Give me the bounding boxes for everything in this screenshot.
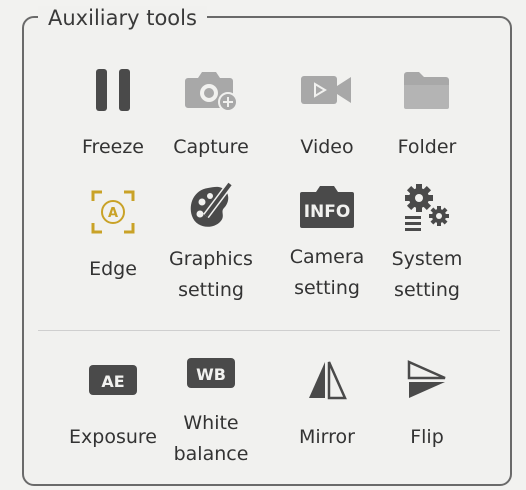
system-setting-button[interactable]: System setting <box>372 182 482 302</box>
edge-focus-icon: A <box>83 182 143 242</box>
edge-button[interactable]: A Edge <box>58 182 168 302</box>
graphics-setting-button[interactable]: Graphics setting <box>156 182 266 302</box>
folder-icon <box>397 60 457 120</box>
wb-icon-text: WB <box>196 365 226 384</box>
edge-label: Edge <box>89 258 137 280</box>
panel-title: Auxiliary tools <box>38 6 207 30</box>
palette-icon <box>181 182 241 232</box>
flip-button[interactable]: Flip <box>372 350 482 470</box>
mirror-icon <box>297 350 357 410</box>
folder-button[interactable]: Folder <box>372 60 482 180</box>
camera-info-icon: INFO <box>297 182 357 230</box>
capture-button[interactable]: Capture <box>156 60 266 180</box>
freeze-label: Freeze <box>82 136 144 158</box>
white-balance-label: White balance <box>173 412 249 465</box>
ae-icon-text: AE <box>101 372 124 391</box>
ae-icon: AE <box>83 350 143 410</box>
exposure-button[interactable]: AE Exposure <box>58 350 168 470</box>
wb-icon: WB <box>181 350 241 396</box>
freeze-button[interactable]: Freeze <box>58 60 168 180</box>
camera-setting-button[interactable]: INFO Camera setting <box>272 182 382 302</box>
section-divider <box>38 330 500 331</box>
graphics-setting-label: Graphics setting <box>169 248 253 301</box>
camera-plus-icon <box>181 60 241 120</box>
folder-label: Folder <box>397 136 457 158</box>
white-balance-button[interactable]: WB White balance <box>156 350 266 470</box>
mirror-button[interactable]: Mirror <box>272 350 382 470</box>
svg-text:INFO: INFO <box>304 202 351 222</box>
flip-label: Flip <box>410 426 444 448</box>
pause-icon <box>83 60 143 120</box>
gears-icon <box>397 182 457 232</box>
flip-icon <box>397 350 457 410</box>
svg-text:A: A <box>108 206 118 221</box>
video-label: Video <box>300 136 354 158</box>
video-camera-icon <box>297 60 357 120</box>
mirror-label: Mirror <box>299 426 355 448</box>
system-setting-label: System setting <box>391 248 463 301</box>
capture-label: Capture <box>173 136 249 158</box>
video-button[interactable]: Video <box>272 60 382 180</box>
camera-setting-label: Camera setting <box>289 246 365 299</box>
exposure-label: Exposure <box>69 426 157 448</box>
